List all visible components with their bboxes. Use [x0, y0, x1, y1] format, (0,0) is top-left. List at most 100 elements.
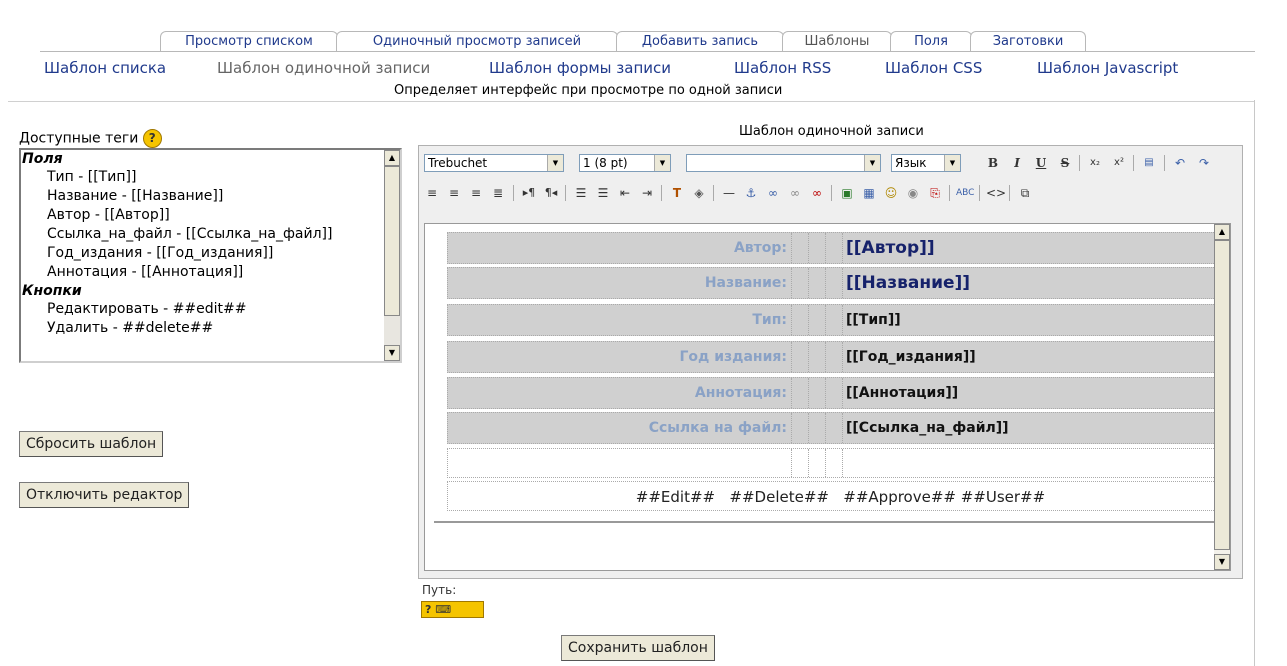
text-color-icon[interactable]: T: [668, 184, 686, 202]
list-item[interactable]: Аннотация - [[Аннотация]]: [21, 263, 400, 282]
row-value: [[Название]]: [846, 273, 971, 293]
bg-color-icon[interactable]: ◈: [690, 184, 708, 202]
reset-template-button[interactable]: Сбросить шаблон: [19, 431, 164, 457]
canvas-scrollbar[interactable]: ▲ ▼: [1214, 224, 1230, 570]
size-value: 1 (8 pt): [583, 156, 628, 170]
spellcheck-icon[interactable]: ABC: [956, 184, 974, 202]
chevron-down-icon: ▼: [547, 155, 563, 171]
path-label: Путь:: [422, 583, 457, 597]
list-item[interactable]: Ссылка_на_файл - [[Ссылка_на_файл]]: [21, 225, 400, 244]
available-tags-list[interactable]: Поля Тип - [[Тип]] Название - [[Название…: [19, 148, 402, 363]
rtl-icon[interactable]: ¶◂: [542, 184, 560, 202]
nolink-icon[interactable]: ∞: [808, 184, 826, 202]
content-frame-top: [8, 101, 1255, 102]
list-item[interactable]: Год_издания - [[Год_издания]]: [21, 244, 400, 263]
horizontal-rule: [434, 521, 1230, 523]
smiley-icon[interactable]: ☺: [882, 184, 900, 202]
link-icon[interactable]: ∞: [764, 184, 782, 202]
row-value: [[Ссылка_на_файл]]: [846, 420, 1009, 436]
unordered-list-icon[interactable]: ☰: [594, 184, 612, 202]
size-select[interactable]: 1 (8 pt) ▼: [579, 154, 671, 172]
align-left-icon[interactable]: ≡: [423, 184, 441, 202]
ordered-list-icon[interactable]: ☰: [572, 184, 590, 202]
available-tags-label: Доступные теги ?: [19, 129, 162, 148]
scroll-down-icon[interactable]: ▼: [384, 345, 400, 361]
row-label: Название:: [448, 268, 792, 298]
search-replace-icon[interactable]: ⎘: [926, 184, 944, 202]
scroll-up-icon[interactable]: ▲: [1214, 224, 1230, 240]
tab-add-entry[interactable]: Добавить запись: [616, 31, 784, 51]
tab-single-view[interactable]: Одиночный просмотр записей: [336, 31, 618, 51]
table-row: [447, 448, 1230, 478]
save-template-button[interactable]: Сохранить шаблон: [561, 635, 715, 661]
underline-icon[interactable]: U: [1032, 154, 1050, 172]
table-row: Тип: [[Тип]]: [447, 304, 1230, 336]
subscript-icon[interactable]: x₂: [1086, 154, 1104, 172]
row-label: Тип:: [448, 305, 792, 335]
table-icon[interactable]: ▦: [860, 184, 878, 202]
list-item[interactable]: Автор - [[Автор]]: [21, 206, 400, 225]
superscript-icon[interactable]: x²: [1110, 154, 1128, 172]
align-justify-icon[interactable]: ≣: [489, 184, 507, 202]
help-icon[interactable]: ?: [142, 129, 162, 148]
format-select[interactable]: ▼: [686, 154, 881, 172]
horizontal-rule-icon[interactable]: —: [720, 184, 738, 202]
editor-title: Шаблон одиночной записи: [739, 124, 924, 139]
subtab-rss-template[interactable]: Шаблон RSS: [734, 59, 831, 77]
undo-icon[interactable]: ↶: [1171, 154, 1189, 172]
row-value: [[Аннотация]]: [846, 385, 959, 401]
indent-icon[interactable]: ⇥: [638, 184, 656, 202]
tab-line: [40, 51, 1255, 52]
html-editor[interactable]: Trebuchet ▼ 1 (8 pt) ▼ ▼ Язык ▼ B I U S …: [418, 145, 1243, 597]
list-scrollbar[interactable]: ▲ ▼: [384, 150, 400, 361]
align-right-icon[interactable]: ≡: [467, 184, 485, 202]
table-row: Ссылка на файл: [[Ссылка_на_файл]]: [447, 412, 1230, 444]
list-item[interactable]: Редактировать - ##edit##: [21, 300, 400, 319]
bold-icon[interactable]: B: [984, 154, 1002, 172]
scroll-up-icon[interactable]: ▲: [384, 150, 400, 166]
strikethrough-icon[interactable]: S: [1056, 154, 1074, 172]
tab-fields[interactable]: Поля: [890, 31, 972, 51]
list-item[interactable]: Тип - [[Тип]]: [21, 168, 400, 187]
fullscreen-icon[interactable]: ⧉: [1016, 184, 1034, 202]
font-select[interactable]: Trebuchet ▼: [424, 154, 564, 172]
scroll-thumb[interactable]: [1214, 240, 1230, 550]
tab-list-view[interactable]: Просмотр списком: [160, 31, 338, 51]
chevron-down-icon: ▼: [654, 155, 670, 171]
content-frame-right: [1254, 100, 1255, 666]
subtab-single-template[interactable]: Шаблон одиночной записи: [217, 59, 430, 77]
subtab-form-template[interactable]: Шаблон формы записи: [489, 59, 671, 77]
list-item[interactable]: Название - [[Название]]: [21, 187, 400, 206]
scroll-thumb[interactable]: [384, 166, 400, 316]
source-code-icon[interactable]: <>: [986, 184, 1006, 202]
chevron-down-icon: ▼: [944, 155, 960, 171]
row-label: Автор:: [448, 233, 792, 263]
editor-help-icon[interactable]: ? ⌨: [421, 601, 484, 618]
table-row: Автор: [[Автор]]: [447, 232, 1230, 264]
anchor-icon[interactable]: ⚓: [742, 184, 760, 202]
group-fields: Поля: [22, 151, 63, 167]
disable-editor-button[interactable]: Отключить редактор: [19, 482, 190, 508]
unlink-icon[interactable]: ∞: [786, 184, 804, 202]
language-value: Язык: [895, 156, 927, 170]
subtab-js-template[interactable]: Шаблон Javascript: [1037, 59, 1178, 77]
redo-icon[interactable]: ↷: [1195, 154, 1213, 172]
list-item[interactable]: Удалить - ##delete##: [21, 319, 400, 338]
tab-templates[interactable]: Шаблоны: [782, 31, 892, 51]
align-center-icon[interactable]: ≡: [445, 184, 463, 202]
italic-icon[interactable]: I: [1008, 154, 1026, 172]
subtab-css-template[interactable]: Шаблон CSS: [885, 59, 982, 77]
language-select[interactable]: Язык ▼: [891, 154, 961, 172]
ltr-icon[interactable]: ▸¶: [520, 184, 538, 202]
editor-canvas[interactable]: Автор: [[Автор]] Название: [[Название]] …: [424, 223, 1231, 571]
subtab-list-template[interactable]: Шаблон списка: [44, 59, 166, 77]
font-value: Trebuchet: [428, 156, 488, 170]
tab-presets[interactable]: Заготовки: [970, 31, 1086, 51]
row-value: [[Тип]]: [846, 312, 901, 328]
special-char-icon[interactable]: ◉: [904, 184, 922, 202]
outdent-icon[interactable]: ⇤: [616, 184, 634, 202]
scroll-down-icon[interactable]: ▼: [1214, 554, 1230, 570]
action-tags: ##Edit## ##Delete## ##Approve## ##User##: [635, 488, 1046, 506]
image-icon[interactable]: ▣: [838, 184, 856, 202]
clean-word-icon[interactable]: ▤: [1140, 154, 1158, 172]
